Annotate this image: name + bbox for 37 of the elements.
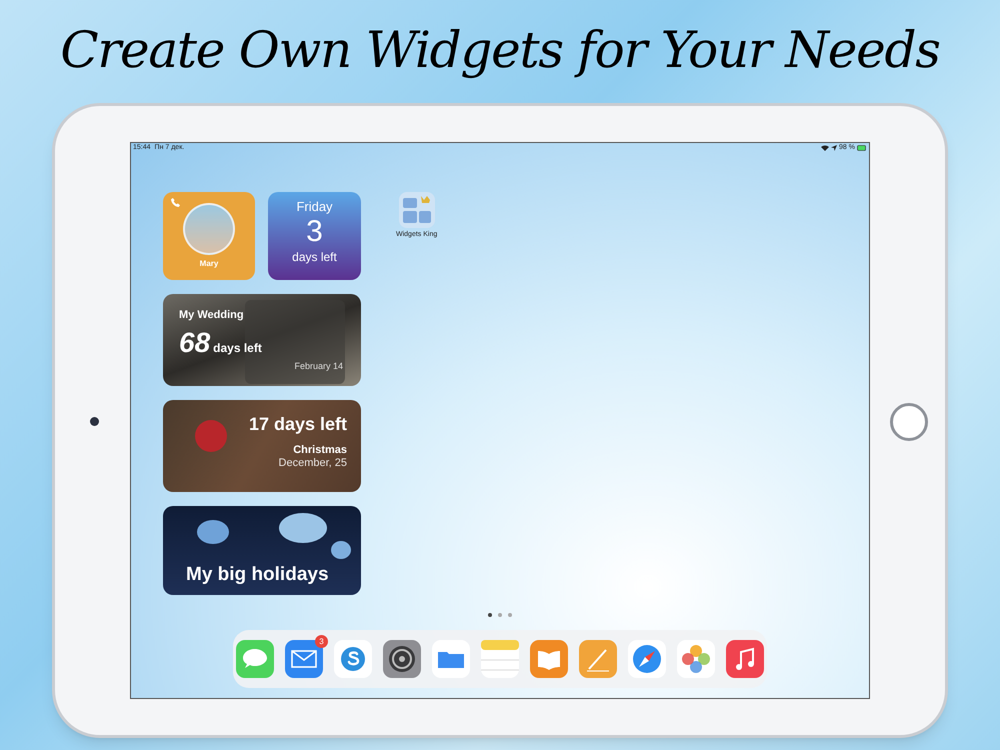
event-title: Christmas — [293, 444, 347, 457]
event-title: My Wedding — [179, 308, 244, 323]
battery-icon — [857, 145, 867, 151]
contact-name: Mary — [200, 258, 218, 270]
widget-grid-icon[interactable] — [398, 192, 435, 228]
flower-icon[interactable] — [677, 640, 715, 678]
countdown-day: Friday — [296, 199, 333, 215]
banner-title: My big holidays — [186, 562, 329, 586]
countdown-headline: 17 days left — [248, 413, 347, 435]
event-date: December, 25 — [278, 457, 347, 470]
wifi-icon — [821, 145, 830, 151]
mail-icon[interactable] — [285, 640, 323, 678]
days-number: 68 — [179, 326, 210, 360]
phone-icon — [171, 198, 180, 207]
wedding-widget[interactable]: My Wedding 68 days left February 14 — [163, 294, 361, 386]
avatar-photo-placeholder — [183, 203, 235, 255]
camera-icon — [90, 417, 99, 426]
event-date: February 14 — [294, 360, 343, 373]
location-icon — [831, 145, 838, 151]
messages-icon[interactable] — [236, 640, 274, 678]
countdown-widget[interactable]: Friday 3 days left — [268, 192, 361, 280]
christmas-widget[interactable]: 17 days left Christmas December, 25 — [163, 400, 361, 492]
pencil-icon[interactable] — [579, 640, 617, 678]
notification-badge: 3 — [315, 635, 328, 648]
compass-icon[interactable] — [628, 640, 666, 678]
music-note-icon[interactable] — [726, 640, 764, 678]
countdown-number: 3 — [306, 215, 323, 249]
ornament-photo-placeholder — [195, 420, 227, 452]
holiday-widget[interactable]: My big holidays — [163, 506, 361, 595]
home-button[interactable] — [890, 403, 928, 441]
headline: Create Own Widgets for Your Needs — [60, 20, 940, 81]
open-book-icon[interactable] — [530, 640, 568, 678]
folder-icon[interactable] — [432, 640, 470, 678]
countdown-caption: days left — [292, 249, 337, 265]
chat-s-icon[interactable] — [334, 640, 372, 678]
days-caption: days left — [213, 340, 262, 357]
settings-icon[interactable] — [383, 640, 421, 678]
